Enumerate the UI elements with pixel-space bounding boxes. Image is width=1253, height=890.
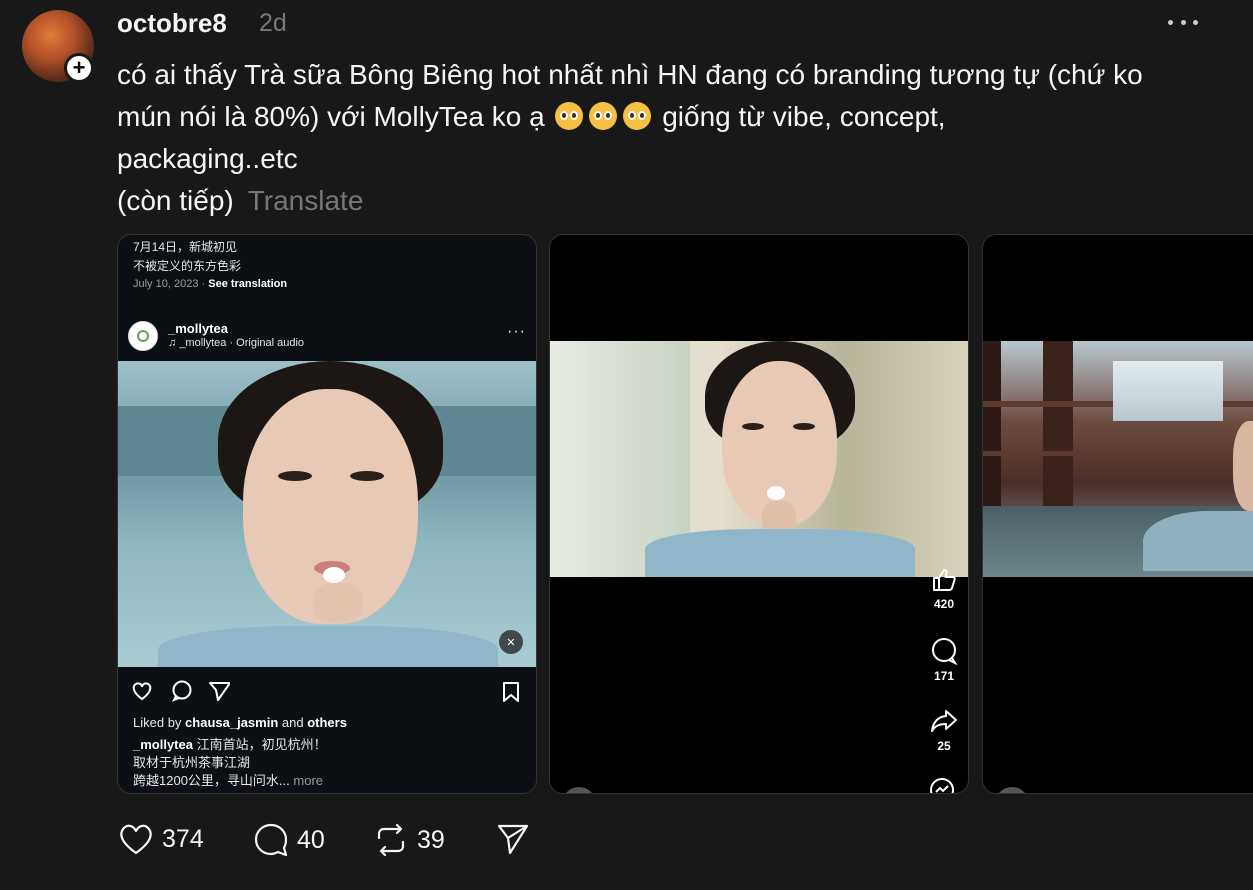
- reply-bubble-icon: [254, 823, 288, 857]
- reel-share-count: 25: [937, 739, 951, 753]
- media-card-reel-screenshot[interactable]: 420 171 25: [549, 234, 969, 794]
- reel-comment-stat: 171: [926, 637, 962, 683]
- ig-bookmark-icon: [503, 682, 519, 702]
- share-arrow-icon: [931, 710, 957, 732]
- ig-liked-by-prefix: Liked by: [133, 715, 182, 730]
- ig-more-icon: ···: [507, 323, 526, 340]
- ig-caption-text: 跨越1200公里，寻山问水...: [133, 773, 290, 788]
- reel-comment-count: 171: [933, 669, 955, 683]
- reel-photo-woman-with-flower: [550, 341, 968, 577]
- post-text: có ai thấy Trà sữa Bông Biêng hot nhất n…: [117, 54, 1227, 222]
- reply-button[interactable]: 40: [253, 823, 325, 857]
- pleading-face-emoji-icon: [555, 102, 584, 130]
- author-username[interactable]: octobre8: [117, 8, 227, 39]
- post-text-segment: (còn tiếp): [117, 185, 234, 216]
- reel-share-stat: 25: [926, 707, 962, 753]
- media-card-instagram-screenshot[interactable]: 7月14日，新城初见 不被定义的东方色彩 July 10, 2023 · See…: [117, 234, 537, 794]
- comment-icon: [932, 638, 958, 665]
- post-text-segment: giống từ vibe, concept,: [662, 101, 946, 132]
- ig-caption-user: _mollytea: [133, 737, 193, 752]
- share-button[interactable]: [496, 823, 538, 855]
- ig-liked-by: Liked by chausa_jasmin and others: [133, 715, 347, 730]
- ig-account-avatar: [128, 321, 158, 351]
- ig-audio-row: ♫ _mollytea · Original audio: [168, 337, 304, 349]
- translate-link[interactable]: Translate: [248, 185, 364, 216]
- ig-caption-top-1: 7月14日，新城初见: [133, 240, 238, 254]
- ig-caption-line-3: 跨越1200公里，寻山问水... more: [133, 770, 323, 789]
- pleading-face-emoji-icon: [589, 102, 618, 130]
- ig-liked-by-and: and: [281, 715, 304, 730]
- ig-liked-by-others: others: [307, 715, 347, 730]
- send-icon: [497, 824, 529, 855]
- ig-action-icons: [132, 680, 230, 702]
- ig-audio: _mollytea · Original audio: [179, 337, 305, 349]
- repost-count: 39: [417, 825, 445, 854]
- reel-photo-temple-corridor: [983, 341, 1253, 577]
- repost-icon: [377, 823, 405, 857]
- ig-caption-top-2: 不被定义的东方色彩: [133, 259, 242, 273]
- heart-icon: [120, 824, 152, 855]
- ig-caption-more: more: [293, 773, 324, 788]
- post-text-line: packaging..etc: [117, 143, 298, 174]
- reel-user-avatar: [995, 787, 1029, 793]
- ig-see-translation: See translation: [208, 278, 288, 290]
- ig-photo-woman-with-flower: [118, 361, 536, 667]
- ig-caption-text: 江南首站，初见杭州！: [196, 737, 327, 752]
- post-text-line: mún nói là 80%) với MollyTea ko ạ giống …: [117, 96, 1227, 138]
- more-options-icon[interactable]: [1168, 10, 1198, 34]
- pleading-face-emoji-icon: [623, 102, 652, 130]
- music-note-icon: ♫: [168, 337, 180, 349]
- follow-plus-icon[interactable]: +: [64, 53, 94, 83]
- ig-caption-line-2: 取材于杭州茶事江湖: [133, 755, 251, 770]
- ig-date-row: July 10, 2023 · See translation: [133, 278, 287, 290]
- ig-date: July 10, 2023: [133, 278, 199, 290]
- post-text-line: có ai thấy Trà sữa Bông Biêng hot nhất n…: [117, 59, 1143, 90]
- ig-liked-by-user: chausa_jasmin: [185, 715, 279, 730]
- like-button[interactable]: 374: [118, 823, 204, 855]
- reel-user-avatar: [562, 787, 596, 793]
- post-text-segment: mún nói là 80%) với MollyTea ko ạ: [117, 101, 545, 132]
- ig-caption-line-1: _mollytea 江南首站，初见杭州！: [133, 734, 327, 753]
- thumbs-up-icon: [933, 569, 956, 591]
- reply-count: 40: [297, 825, 325, 854]
- repost-button[interactable]: 39: [373, 823, 445, 857]
- reel-like-stat: 420: [926, 567, 962, 611]
- ig-account-name: _mollytea: [168, 321, 228, 336]
- mute-icon: ✕: [499, 630, 523, 654]
- post-text-line: (còn tiếp) Translate: [117, 180, 1227, 222]
- messenger-icon: [930, 778, 954, 793]
- media-card-temple-screenshot[interactable]: [982, 234, 1253, 794]
- reel-like-count: 420: [933, 597, 955, 611]
- post-timestamp[interactable]: 2d: [259, 9, 287, 38]
- like-count: 374: [162, 824, 204, 853]
